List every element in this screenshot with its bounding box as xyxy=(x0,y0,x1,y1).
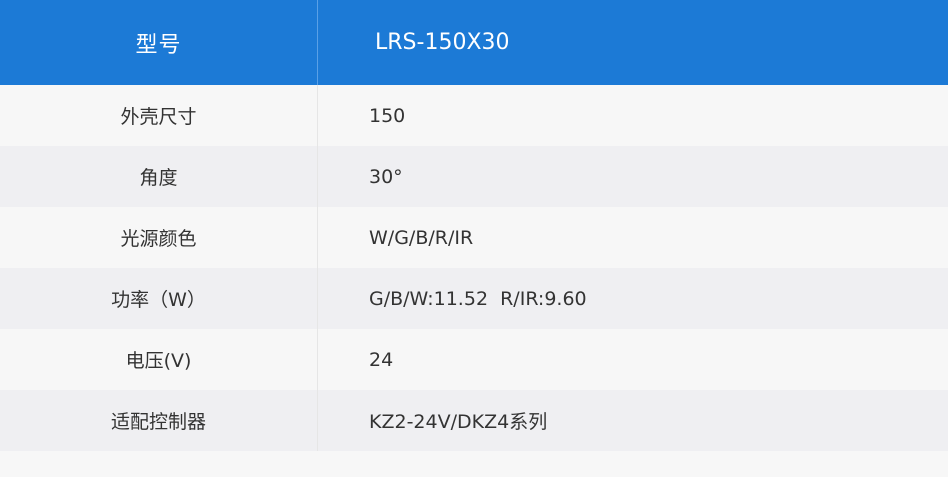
header-model-value: LRS-150X30 xyxy=(317,0,948,85)
row-value-light-color: W/G/B/R/IR xyxy=(317,207,948,268)
row-value-shell-size: 150 xyxy=(317,85,948,146)
row-label-light-color: 光源颜色 xyxy=(120,228,197,250)
table-row: 光源颜色 W/G/B/R/IR xyxy=(0,207,948,268)
row-label-power: 功率（W） xyxy=(111,289,206,311)
row-value-angle: 30° xyxy=(317,146,948,207)
table-row: 电压(V) 24 xyxy=(0,329,948,390)
table-row: 外壳尺寸 150 xyxy=(0,85,948,146)
row-value-voltage: 24 xyxy=(317,329,948,390)
table-row: 角度 30° xyxy=(0,146,948,207)
header-model-label: 型号 xyxy=(135,32,182,58)
row-value-controller: KZ2-24V/DKZ4系列 xyxy=(317,390,948,451)
row-value-power: G/B/W:11.52 R/IR:9.60 xyxy=(317,268,948,329)
row-label-controller: 适配控制器 xyxy=(110,411,206,433)
row-label-voltage: 电压(V) xyxy=(125,350,192,372)
table-row: 适配控制器 KZ2-24V/DKZ4系列 xyxy=(0,390,948,451)
row-label-shell-size: 外壳尺寸 xyxy=(120,106,197,128)
table-footer-space xyxy=(0,451,948,477)
table-row: 功率（W） G/B/W:11.52 R/IR:9.60 xyxy=(0,268,948,329)
row-label-angle: 角度 xyxy=(139,167,178,189)
table-header: 型号 LRS-150X30 xyxy=(0,0,948,85)
spec-table: 型号 LRS-150X30 外壳尺寸 150 角度 30° 光源颜色 W/G/B… xyxy=(0,0,948,477)
